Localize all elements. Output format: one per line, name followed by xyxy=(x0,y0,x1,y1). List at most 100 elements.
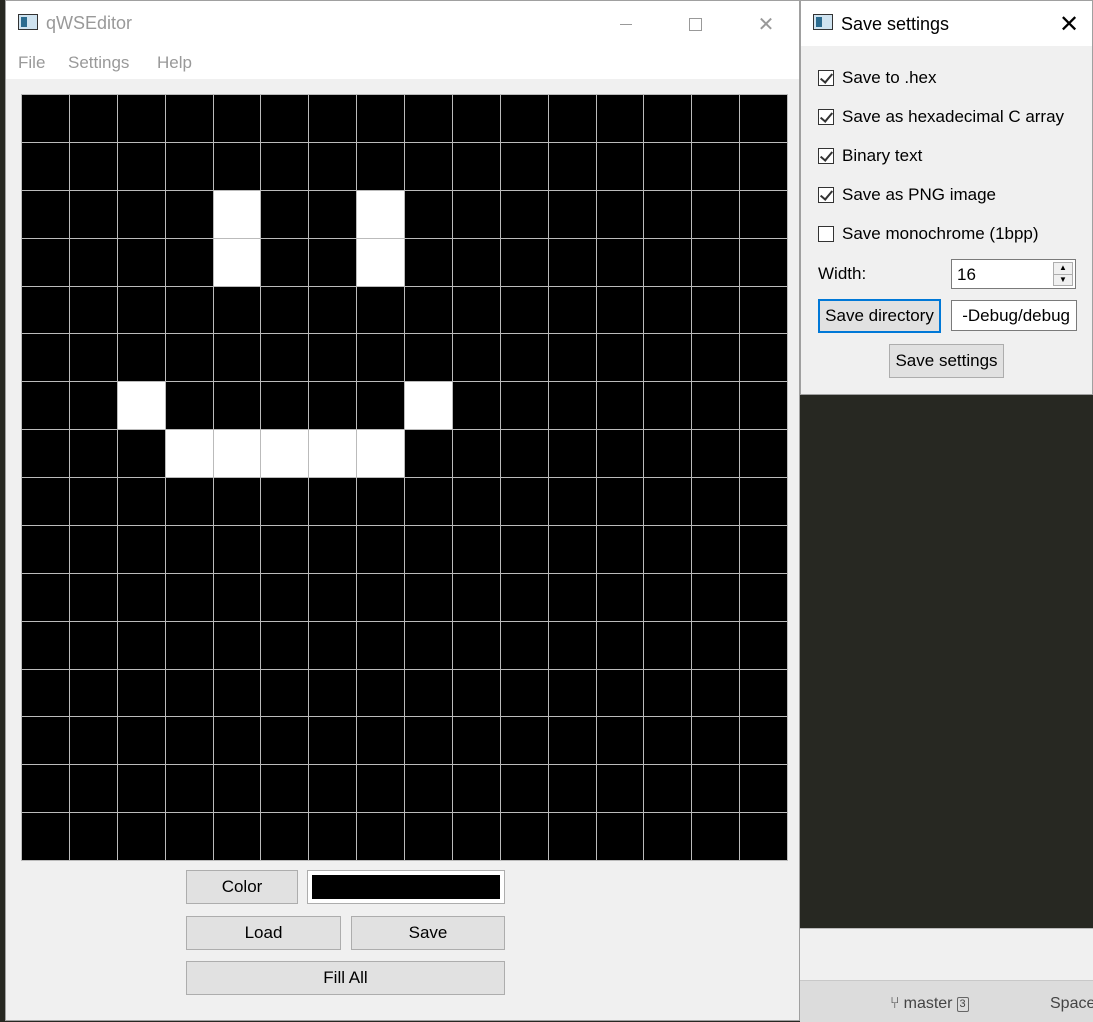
pixel-cell[interactable] xyxy=(69,142,117,190)
pixel-cell[interactable] xyxy=(261,573,309,621)
pixel-cell[interactable] xyxy=(740,813,787,860)
pixel-cell[interactable] xyxy=(165,238,213,286)
pixel-cell[interactable] xyxy=(69,573,117,621)
pixel-cell[interactable] xyxy=(357,573,404,621)
save-monochrome-checkbox[interactable]: Save monochrome (1bpp) xyxy=(818,224,1039,244)
close-button[interactable]: ✕ xyxy=(743,9,789,39)
pixel-cell[interactable] xyxy=(692,621,740,669)
pixel-cell[interactable] xyxy=(117,238,165,286)
pixel-cell[interactable] xyxy=(117,190,165,238)
menu-help[interactable]: Help xyxy=(157,53,192,73)
pixel-cell[interactable] xyxy=(405,669,452,717)
pixel-cell[interactable] xyxy=(69,190,117,238)
checkbox-indicator[interactable] xyxy=(818,226,834,242)
pixel-cell[interactable] xyxy=(309,142,357,190)
pixel-cell[interactable] xyxy=(165,95,213,142)
pixel-cell[interactable] xyxy=(596,142,644,190)
pixel-cell[interactable] xyxy=(740,286,787,334)
pixel-cell[interactable] xyxy=(644,669,692,717)
pixel-cell[interactable] xyxy=(452,669,500,717)
pixel-cell[interactable] xyxy=(69,95,117,142)
pixel-cell[interactable] xyxy=(500,813,548,860)
pixel-cell[interactable] xyxy=(692,286,740,334)
pixel-cell[interactable] xyxy=(213,382,261,430)
pixel-cell[interactable] xyxy=(596,765,644,813)
pixel-cell[interactable] xyxy=(644,478,692,525)
pixel-cell[interactable] xyxy=(644,765,692,813)
pixel-cell[interactable] xyxy=(165,669,213,717)
pixel-cell[interactable] xyxy=(261,430,309,477)
menu-file[interactable]: File xyxy=(18,53,45,73)
pixel-cell[interactable] xyxy=(117,478,165,525)
pixel-cell[interactable] xyxy=(261,717,309,765)
pixel-cell[interactable] xyxy=(261,286,309,334)
pixel-cell[interactable] xyxy=(22,286,69,334)
pixel-cell[interactable] xyxy=(309,430,357,477)
pixel-cell[interactable] xyxy=(69,286,117,334)
pixel-cell[interactable] xyxy=(692,430,740,477)
width-spinbox[interactable]: 16 ▲ ▼ xyxy=(951,259,1076,289)
pixel-cell[interactable] xyxy=(165,717,213,765)
pixel-cell[interactable] xyxy=(596,286,644,334)
pixel-cell[interactable] xyxy=(261,765,309,813)
pixel-cell[interactable] xyxy=(213,478,261,525)
pixel-cell[interactable] xyxy=(548,334,596,382)
pixel-cell[interactable] xyxy=(309,717,357,765)
pixel-cell[interactable] xyxy=(261,669,309,717)
pixel-cell[interactable] xyxy=(22,621,69,669)
pixel-cell[interactable] xyxy=(644,334,692,382)
pixel-cell[interactable] xyxy=(261,142,309,190)
pixel-cell[interactable] xyxy=(213,813,261,860)
pixel-cell[interactable] xyxy=(548,717,596,765)
pixel-cell[interactable] xyxy=(22,238,69,286)
pixel-cell[interactable] xyxy=(548,142,596,190)
pixel-cell[interactable] xyxy=(740,142,787,190)
pixel-cell[interactable] xyxy=(261,525,309,573)
pixel-cell[interactable] xyxy=(309,669,357,717)
color-button[interactable]: Color xyxy=(186,870,298,904)
pixel-cell[interactable] xyxy=(644,95,692,142)
pixel-cell[interactable] xyxy=(165,286,213,334)
pixel-cell[interactable] xyxy=(357,334,404,382)
pixel-cell[interactable] xyxy=(69,717,117,765)
pixel-cell[interactable] xyxy=(213,190,261,238)
pixel-cell[interactable] xyxy=(117,621,165,669)
pixel-cell[interactable] xyxy=(548,190,596,238)
pixel-cell[interactable] xyxy=(500,573,548,621)
pixel-cell[interactable] xyxy=(500,717,548,765)
pixel-cell[interactable] xyxy=(22,334,69,382)
minimize-button[interactable] xyxy=(603,9,649,39)
directory-field[interactable]: -Debug/debug xyxy=(951,300,1077,331)
pixel-cell[interactable] xyxy=(261,813,309,860)
save-png-checkbox[interactable]: Save as PNG image xyxy=(818,185,996,205)
save-directory-button[interactable]: Save directory xyxy=(818,299,941,333)
pixel-cell[interactable] xyxy=(692,813,740,860)
pixel-cell[interactable] xyxy=(452,190,500,238)
pixel-cell[interactable] xyxy=(405,717,452,765)
pixel-cell[interactable] xyxy=(452,95,500,142)
pixel-cell[interactable] xyxy=(22,669,69,717)
pixel-cell[interactable] xyxy=(548,382,596,430)
pixel-cell[interactable] xyxy=(548,238,596,286)
pixel-cell[interactable] xyxy=(22,813,69,860)
pixel-cell[interactable] xyxy=(596,190,644,238)
pixel-cell[interactable] xyxy=(452,765,500,813)
pixel-cell[interactable] xyxy=(405,238,452,286)
pixel-cell[interactable] xyxy=(117,382,165,430)
pixel-cell[interactable] xyxy=(740,525,787,573)
pixel-cell[interactable] xyxy=(213,717,261,765)
pixel-cell[interactable] xyxy=(740,669,787,717)
pixel-cell[interactable] xyxy=(213,142,261,190)
pixel-cell[interactable] xyxy=(69,478,117,525)
pixel-cell[interactable] xyxy=(692,334,740,382)
pixel-cell[interactable] xyxy=(500,669,548,717)
git-branch-indicator[interactable]: ⑂ master 3 xyxy=(890,995,969,1013)
pixel-cell[interactable] xyxy=(740,717,787,765)
pixel-cell[interactable] xyxy=(22,382,69,430)
pixel-cell[interactable] xyxy=(357,382,404,430)
checkbox-indicator[interactable] xyxy=(818,70,834,86)
pixel-cell[interactable] xyxy=(309,765,357,813)
pixel-cell[interactable] xyxy=(357,190,404,238)
maximize-button[interactable] xyxy=(672,9,718,39)
pixel-cell[interactable] xyxy=(500,190,548,238)
